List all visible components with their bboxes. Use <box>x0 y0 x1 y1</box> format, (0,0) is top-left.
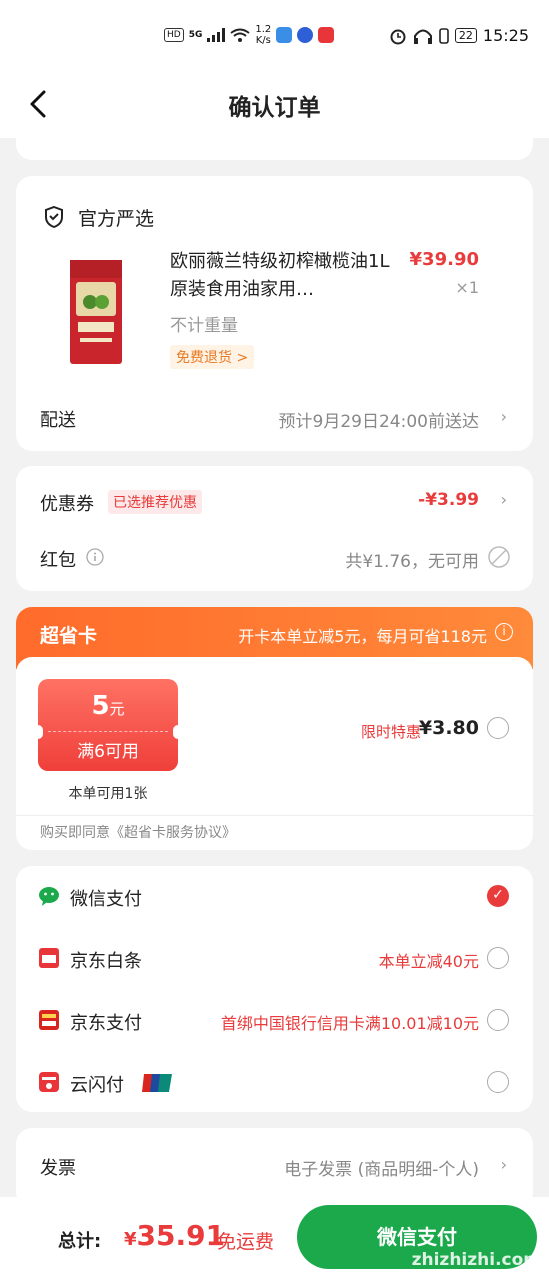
coupon-amount-number: 5 <box>91 691 110 721</box>
divider <box>16 815 533 816</box>
delivery-label: 配送 <box>40 410 76 431</box>
payment-radio[interactable] <box>487 1009 509 1031</box>
address-card[interactable] <box>16 128 533 160</box>
music-app-icon <box>297 27 314 43</box>
quickpass-icon <box>39 1072 59 1092</box>
heart-app-icon <box>318 27 335 43</box>
info-icon[interactable] <box>86 548 104 566</box>
invoice-value[interactable]: 电子发票 (商品明细-个人) <box>284 1155 479 1180</box>
payment-card: 微信支付 ✓ 京东白条 本单立减40元 京东支付 首绑中国银行信用卡满10.01… <box>16 866 533 1112</box>
headphone-icon <box>413 29 432 44</box>
info-icon[interactable]: i <box>495 623 513 641</box>
checkmark-icon[interactable]: ✓ <box>487 885 509 907</box>
currency-symbol: ¥ <box>124 1229 137 1250</box>
product-card: 官方严选 欧丽薇兰特级初榨橄榄油1L原装食用油家用… ¥39.90 ×1 不计重… <box>16 176 533 451</box>
payment-promo: 首绑中国银行信用卡满10.01减10元 <box>220 1014 479 1033</box>
page-title: 确认订单 <box>228 95 321 121</box>
status-bar: HD 5G 1.2 K/s 22 15:25 <box>0 0 549 70</box>
payment-option-quickpass[interactable]: 云闪付 <box>16 1052 533 1112</box>
coupon-amount-unit: 元 <box>109 700 125 718</box>
product-price: ¥39.90 <box>409 249 479 270</box>
speed-unit: K/s <box>255 35 271 46</box>
signal-icon <box>207 28 226 42</box>
network-label: 5G <box>188 30 203 40</box>
unionpay-icon <box>142 1074 172 1092</box>
product-weight: 不计重量 <box>170 316 238 336</box>
wechat-icon <box>39 887 59 906</box>
product-quantity: ×1 <box>455 278 479 297</box>
shop-name: 官方严选 <box>78 208 155 230</box>
baitiao-icon <box>39 948 59 968</box>
discount-card: 优惠券 已选推荐优惠 -¥3.99 › 红包 共¥1.76，无可用 <box>16 466 533 591</box>
speed-value: 1.2 <box>255 24 272 35</box>
product-image[interactable] <box>68 258 124 366</box>
payment-option-baitiao[interactable]: 京东白条 本单立减40元 <box>16 928 533 988</box>
invoice-label: 发票 <box>40 1158 76 1179</box>
alarm-icon <box>390 29 406 44</box>
free-shipping-label: 免运费 <box>217 1231 275 1253</box>
payment-radio[interactable] <box>487 1071 509 1093</box>
total-amount: ¥35.91 <box>124 1219 225 1252</box>
payment-option-jdpay[interactable]: 京东支付 首绑中国银行信用卡满10.01减10元 <box>16 990 533 1050</box>
total-label: 总计: <box>58 1231 102 1252</box>
product-title[interactable]: 欧丽薇兰特级初榨橄榄油1L原装食用油家用… <box>170 248 400 304</box>
payment-label: 微信支付 <box>70 889 142 910</box>
coupon-count: 本单可用1张 <box>68 786 148 802</box>
watermark: zhizhizhi.com <box>411 1250 541 1270</box>
pay-button-label: 微信支付 <box>377 1225 457 1249</box>
bottom-bar: 总计: ¥35.91 免运费 微信支付 zhizhizhi.com <box>0 1197 549 1278</box>
shield-icon <box>45 206 63 228</box>
hd-badge: HD <box>164 28 184 42</box>
coupon-label: 优惠券 <box>40 494 94 515</box>
coupon-condition: 满6可用 <box>77 742 139 762</box>
delivery-value[interactable]: 预计9月29日24:00前送达 <box>279 407 479 432</box>
super-card-desc: 开卡本单立减5元，每月可省118元 <box>238 627 487 646</box>
disabled-icon <box>488 546 510 568</box>
super-card-coupon: 5元 满6可用 <box>33 679 183 771</box>
super-card-price: ¥3.80 <box>418 717 479 739</box>
payment-option-wechat[interactable]: 微信支付 ✓ <box>16 866 533 926</box>
clock: 15:25 <box>482 26 529 45</box>
total-amount-value: 35.91 <box>136 1219 226 1252</box>
super-card-body: 5元 满6可用 本单可用1张 限时特惠 ¥3.80 购买即同意《超省卡服务协议》 <box>16 657 533 850</box>
payment-label: 京东支付 <box>70 1013 142 1034</box>
network-speed: 1.2 K/s <box>255 24 271 46</box>
cloud-app-icon <box>276 27 293 43</box>
coupon-amount: 5元 <box>38 691 178 721</box>
coupon-recommend-tag: 已选推荐优惠 <box>108 490 202 514</box>
status-left: HD 5G 1.2 K/s <box>164 24 335 46</box>
payment-label: 京东白条 <box>70 951 142 972</box>
super-card-radio[interactable] <box>487 717 509 739</box>
free-return-tag[interactable]: 免费退货 > <box>170 345 255 369</box>
chevron-right-icon: › <box>500 490 507 509</box>
chevron-right-icon: › <box>500 407 507 426</box>
vibrate-icon <box>439 27 449 44</box>
jdpay-icon <box>39 1010 59 1030</box>
payment-radio[interactable] <box>487 947 509 969</box>
chevron-right-icon: › <box>500 1155 507 1174</box>
battery-icon: 22 <box>454 28 477 43</box>
coupon-value[interactable]: -¥3.99 <box>418 490 479 510</box>
invoice-card[interactable]: 发票 电子发票 (商品明细-个人) › <box>16 1128 533 1208</box>
payment-label: 云闪付 <box>70 1075 124 1096</box>
redpacket-label: 红包 <box>40 550 76 571</box>
promo-tag: 限时特惠 <box>360 723 421 741</box>
agreement-link[interactable]: 购买即同意《超省卡服务协议》 <box>40 822 236 842</box>
wifi-icon <box>230 28 250 42</box>
coupon-divider <box>48 731 168 732</box>
super-card-title: 超省卡 <box>40 625 98 647</box>
redpacket-value: 共¥1.76，无可用 <box>345 552 479 572</box>
payment-promo: 本单立减40元 <box>378 952 479 971</box>
status-right: 22 15:25 <box>389 26 529 45</box>
